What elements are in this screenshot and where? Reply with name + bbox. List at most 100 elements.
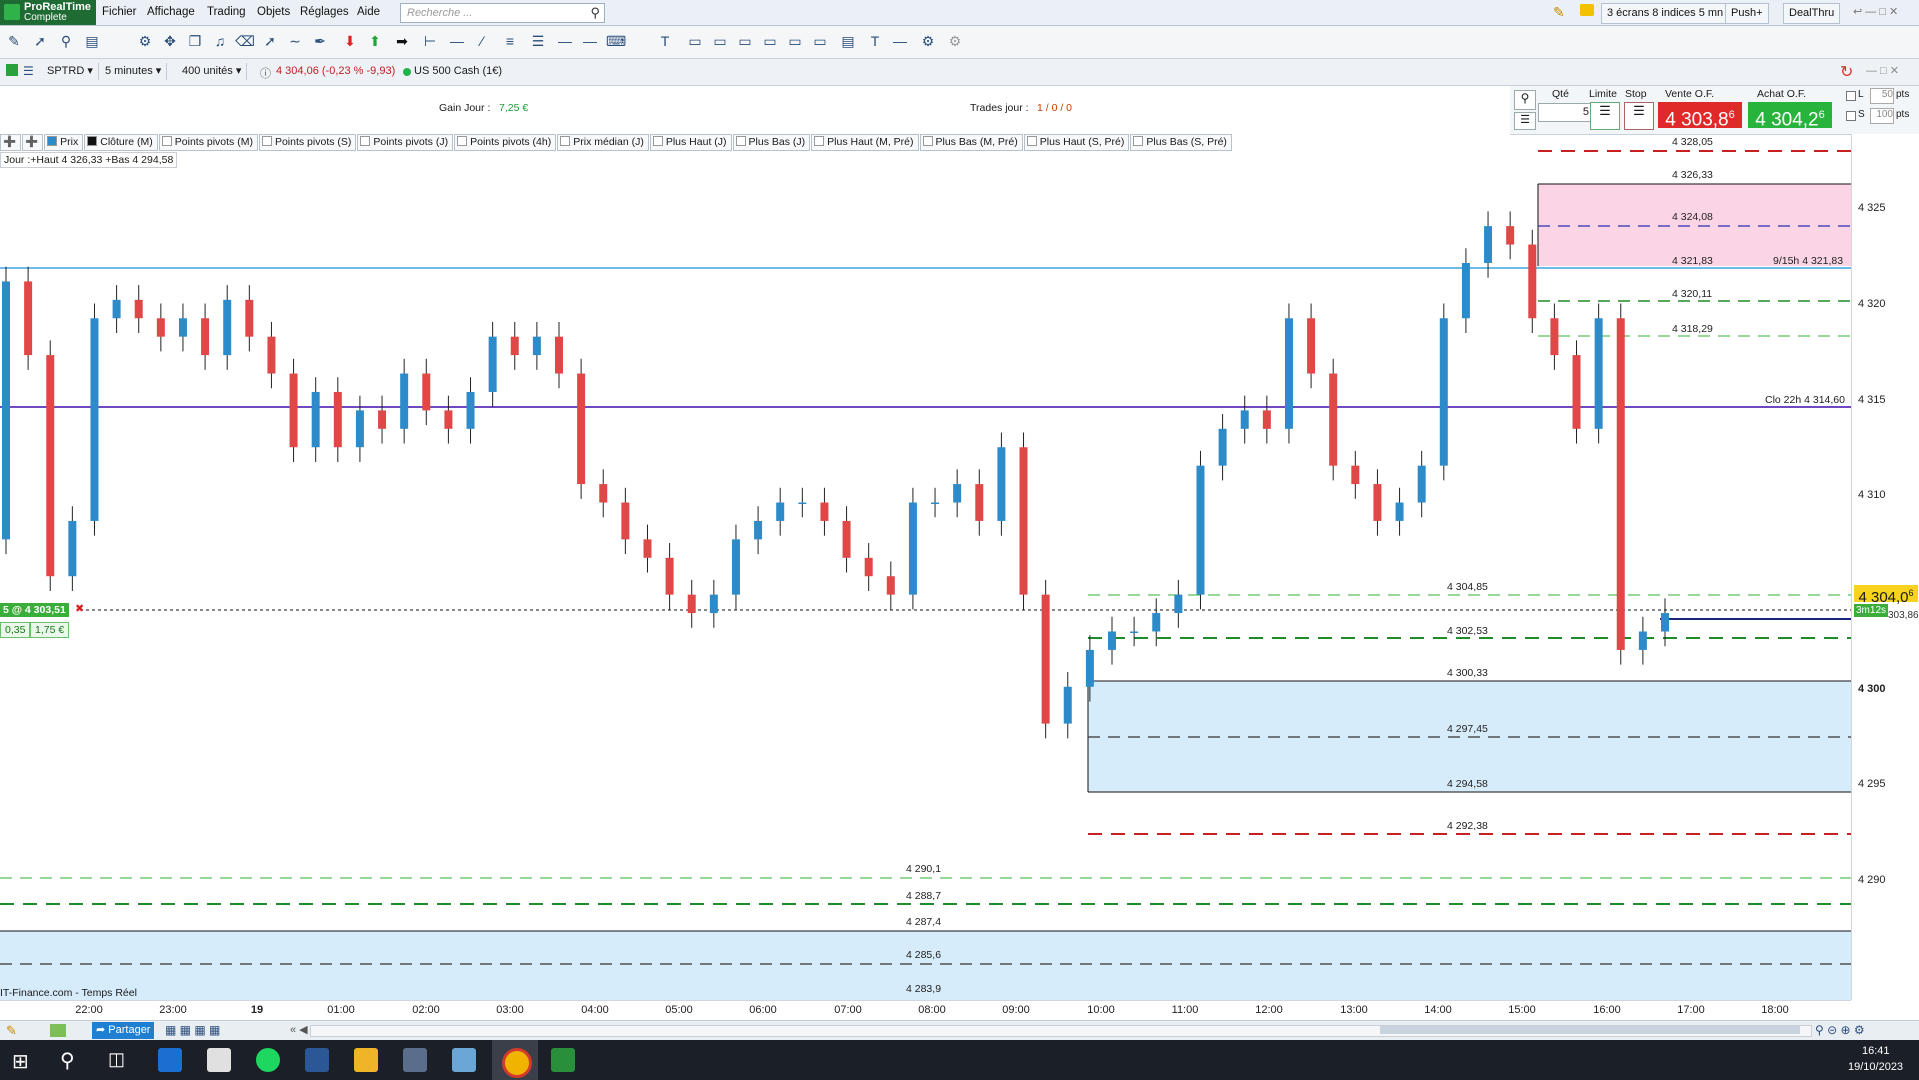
- limit-button[interactable]: ☰: [1590, 102, 1620, 130]
- instrument-selector[interactable]: SPTRD ▾: [42, 63, 99, 80]
- rect-tool-6-icon[interactable]: ▭: [810, 31, 830, 51]
- rect-tool-2-icon[interactable]: ▭: [710, 31, 730, 51]
- s-checkbox[interactable]: [1846, 111, 1856, 121]
- position-tag[interactable]: 5 @ 4 303,51: [0, 603, 69, 617]
- hline-purple-icon[interactable]: —: [555, 31, 575, 51]
- chart-type-icon[interactable]: [6, 64, 18, 76]
- candle-body: [798, 502, 807, 505]
- chart-bottom-icon[interactable]: [50, 1024, 66, 1037]
- copy-icon[interactable]: ❐: [185, 31, 205, 51]
- link-icon[interactable]: ☰: [23, 64, 34, 78]
- draw-tool-icon[interactable]: ✎: [1553, 4, 1565, 21]
- l-input[interactable]: 50: [1870, 88, 1894, 104]
- refresh-icon[interactable]: ↻: [1840, 62, 1853, 82]
- pencil-bottom-icon[interactable]: ✎: [6, 1023, 17, 1039]
- current-price-sup: 6: [1908, 588, 1914, 598]
- window-controls-icon[interactable]: ↩ — □ ✕: [1853, 5, 1898, 18]
- menu-trading[interactable]: Trading: [207, 6, 246, 18]
- settings-line-icon[interactable]: ⚙: [918, 31, 938, 51]
- arrow-right-icon[interactable]: ➡: [392, 31, 412, 51]
- price-axis[interactable]: 4 325 4 320 4 315 4 310 4 300 4 295 4 29…: [1851, 134, 1919, 1000]
- dealthru-button[interactable]: DealThru: [1783, 3, 1841, 24]
- cursor-icon[interactable]: ➚: [30, 31, 50, 51]
- qty-input[interactable]: 5: [1538, 103, 1593, 122]
- info-icon[interactable]: ⓘ: [260, 65, 271, 81]
- candles-layer: [2, 211, 1669, 739]
- word-icon[interactable]: [305, 1048, 329, 1072]
- ruler-2-icon[interactable]: ▤: [838, 31, 858, 51]
- fib-icon[interactable]: ☰: [528, 31, 548, 51]
- rect-tool-icon[interactable]: ▭: [685, 31, 705, 51]
- arrow-up-icon[interactable]: ⬆: [365, 31, 385, 51]
- sell-button[interactable]: 4 303,86: [1658, 102, 1742, 130]
- push-button[interactable]: Push+: [1725, 3, 1769, 24]
- hline-blue-icon[interactable]: —: [580, 31, 600, 51]
- stop-button[interactable]: ☰: [1624, 102, 1654, 130]
- candle-body: [245, 299, 254, 337]
- trash-icon[interactable]: ⌫: [235, 31, 255, 51]
- timeframe-selector[interactable]: 5 minutes ▾: [100, 63, 168, 80]
- gear-icon[interactable]: ⚙: [945, 31, 965, 51]
- taskbar-search-icon[interactable]: ⚲: [60, 1048, 75, 1073]
- scrollbar-thumb[interactable]: [1380, 1026, 1800, 1034]
- file-explorer-icon[interactable]: [354, 1048, 378, 1072]
- spotify-icon[interactable]: [256, 1048, 280, 1072]
- grid-icon[interactable]: ▦ ▦ ▦ ▦: [165, 1023, 220, 1037]
- share-button[interactable]: ➦ Partager: [92, 1022, 155, 1039]
- line-tool-icon[interactable]: ∼: [285, 31, 305, 51]
- arrow-diagonal-icon[interactable]: ➚: [260, 31, 280, 51]
- magnet-icon[interactable]: ⚙: [135, 31, 155, 51]
- time-axis[interactable]: 22:00 23:00 19 01:00 02:00 03:00 04:00 0…: [0, 1000, 1851, 1020]
- app-icon-1[interactable]: [158, 1048, 182, 1072]
- text-tool-icon[interactable]: ⌨: [606, 31, 626, 51]
- s-input[interactable]: 100: [1870, 108, 1894, 124]
- trendline-icon[interactable]: ∕: [472, 31, 492, 51]
- layout-selector[interactable]: 3 écrans 8 indices 5 mn: [1601, 3, 1730, 24]
- zoom-icon[interactable]: ⚲: [56, 31, 76, 51]
- arrow-down-icon[interactable]: ⬇: [340, 31, 360, 51]
- chrome-icon[interactable]: [502, 1048, 532, 1078]
- segment-icon[interactable]: ⊢: [420, 31, 440, 51]
- windows-start-icon[interactable]: ⊞: [12, 1049, 29, 1074]
- bell-icon[interactable]: ♫: [210, 31, 230, 51]
- horizontal-line-icon[interactable]: —: [447, 31, 467, 51]
- app-icon-2[interactable]: [207, 1048, 231, 1072]
- close-position-icon[interactable]: ✖: [75, 602, 84, 615]
- move-icon[interactable]: ✥: [160, 31, 180, 51]
- l-checkbox[interactable]: [1846, 91, 1856, 101]
- task-view-icon[interactable]: ◫: [108, 1049, 125, 1070]
- hline-black-icon[interactable]: —: [890, 31, 910, 51]
- calculator-icon[interactable]: [403, 1048, 427, 1072]
- alert-icon[interactable]: [1580, 4, 1594, 16]
- search-input[interactable]: Recherche ... ⚲: [400, 3, 605, 23]
- channel-icon[interactable]: ≡: [500, 31, 520, 51]
- candle-body: [731, 539, 740, 595]
- pen-icon[interactable]: ✒: [310, 31, 330, 51]
- buy-button[interactable]: 4 304,26: [1748, 102, 1832, 130]
- zoom-controls-icon[interactable]: ⚲ ⊝ ⊕ ⚙: [1815, 1023, 1865, 1037]
- level-label-4318: 4 318,29: [1672, 323, 1713, 335]
- candle-body: [488, 336, 497, 392]
- order-settings-icon[interactable]: ⚲: [1514, 90, 1536, 110]
- prorealtime-taskbar-icon[interactable]: [551, 1048, 575, 1072]
- candle-body: [1174, 594, 1183, 614]
- text-box-2-icon[interactable]: T: [865, 31, 885, 51]
- app-icon-3[interactable]: [452, 1048, 476, 1072]
- menu-affichage[interactable]: Affichage: [147, 6, 195, 18]
- rect-tool-4-icon[interactable]: ▭: [760, 31, 780, 51]
- scroll-left-icon[interactable]: « ◀: [290, 1023, 308, 1036]
- ruler-icon[interactable]: ▤: [82, 31, 102, 51]
- units-selector[interactable]: 400 unités ▾: [177, 63, 248, 80]
- text-box-icon[interactable]: T: [655, 31, 675, 51]
- search-icon[interactable]: ⚲: [590, 5, 600, 21]
- menu-aide[interactable]: Aide: [357, 6, 380, 18]
- pencil-icon[interactable]: ✎: [4, 31, 24, 51]
- rect-tool-5-icon[interactable]: ▭: [785, 31, 805, 51]
- rect-tool-3-icon[interactable]: ▭: [735, 31, 755, 51]
- menu-objets[interactable]: Objets: [257, 6, 290, 18]
- price-tick-4300: 4 300: [1858, 683, 1886, 695]
- menu-fichier[interactable]: Fichier: [102, 6, 137, 18]
- chart-window-controls-icon[interactable]: — □ ✕: [1866, 64, 1899, 77]
- order-book-icon[interactable]: ☰: [1514, 112, 1536, 130]
- menu-reglages[interactable]: Réglages: [300, 6, 349, 18]
